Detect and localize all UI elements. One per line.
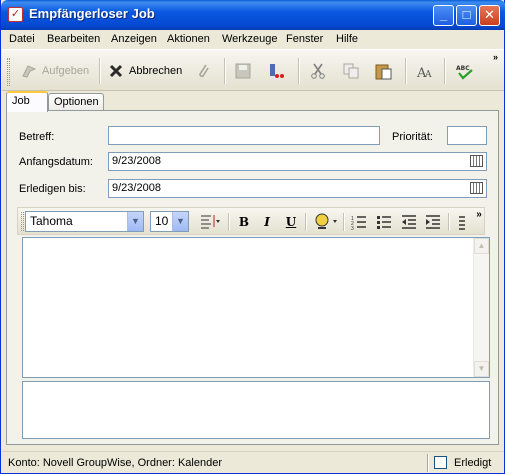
format-separator [448,213,450,231]
font-size-value: 10 [155,214,169,228]
due-date-label: Erledigen bis: [19,183,86,195]
status-account-folder: Konto: Novell GroupWise, Ordner: Kalende… [8,457,222,469]
menu-hilfe[interactable]: Hilfe [336,33,358,45]
format-overflow-icon[interactable]: » [475,207,483,223]
numbered-list-icon[interactable]: 123 [351,214,367,230]
svg-text:ABC: ABC [456,65,470,72]
calendar-icon[interactable] [470,182,483,194]
scissors-icon [311,63,325,79]
spell-check-button[interactable]: ABC [456,60,478,82]
toolbar-separator [444,58,446,84]
window-title: Empfängerloser Job [29,6,155,21]
format-separator [305,213,307,231]
status-divider [427,454,429,472]
menu-datei[interactable]: Datei [9,33,35,45]
title-bar[interactable]: ✓ Empfängerloser Job _ □ ✕ [1,0,505,30]
toolbar-separator [99,58,101,84]
scroll-up-icon[interactable]: ▲ [474,238,489,254]
menu-bearbeiten[interactable]: Bearbeiten [47,33,100,45]
address-book-button[interactable] [267,60,289,82]
attachment-area[interactable] [22,381,490,439]
menu-fenster[interactable]: Fenster [286,33,323,45]
calendar-icon[interactable] [470,155,483,167]
chevron-down-icon[interactable]: ▼ [127,212,143,231]
due-date-value: 9/23/2008 [112,182,161,194]
format-separator [228,213,230,231]
paperclip-icon [199,64,209,78]
toolbar-separator [224,58,226,84]
format-separator [343,213,345,231]
copy-button[interactable] [342,60,364,82]
clipboard-icon [375,64,392,80]
justify-icon[interactable] [457,214,467,230]
subject-field[interactable] [108,126,380,145]
cut-button[interactable] [309,60,331,82]
toolbar-grip[interactable] [7,58,10,86]
toolbar-overflow-icon[interactable]: » [493,52,498,62]
font-aa-icon: A A [416,66,432,80]
editor-scrollbar[interactable]: ▲ ▼ [473,238,489,377]
main-toolbar: Aufgeben Abbrechen A A ABC » [2,49,504,91]
send-label: Aufgeben [42,65,90,77]
address-selection-icon [270,64,284,78]
floppy-disk-icon [235,63,251,79]
maximize-button[interactable]: □ [456,5,477,26]
priority-label: Priorität: [392,131,433,143]
format-toolbar-grip[interactable] [21,212,24,231]
spell-check-icon: ABC [456,65,473,80]
close-button[interactable]: ✕ [479,5,500,26]
send-button[interactable]: Aufgeben [20,60,89,82]
chevron-down-icon[interactable]: ▼ [172,212,188,231]
line-spacing-icon[interactable] [198,213,222,229]
due-date-field[interactable]: 9/23/2008 [108,179,487,198]
scroll-down-icon[interactable]: ▼ [474,361,489,377]
svg-text:A: A [424,70,432,80]
bullet-list-icon[interactable] [376,214,392,230]
text-color-icon[interactable] [313,212,339,232]
priority-field[interactable] [447,126,487,145]
underline-button[interactable]: U [284,214,298,230]
done-label: Erledigt [454,457,492,469]
format-toolbar: Tahoma ▼ 10 ▼ B I U 123 » [17,207,485,235]
menu-anzeigen[interactable]: Anzeigen [111,33,157,45]
font-button[interactable]: A A [416,60,438,82]
done-checkbox[interactable] [434,456,447,469]
cancel-button[interactable]: Abbrechen [107,60,182,82]
copy-icon [343,63,359,79]
font-select-value: Tahoma [30,214,73,228]
message-editor[interactable]: ▲ ▼ [22,237,490,378]
decrease-indent-icon[interactable] [401,214,417,230]
cancel-label: Abbrechen [129,65,183,77]
status-bar: Konto: Novell GroupWise, Ordner: Kalende… [2,451,504,473]
tab-optionen[interactable]: Optionen [48,93,104,111]
start-date-field[interactable]: 9/23/2008 [108,152,487,171]
attach-button[interactable] [194,60,216,82]
tab-strip: Job Optionen [2,91,504,112]
send-icon [22,65,37,78]
bold-button[interactable]: B [237,214,251,230]
menu-aktionen[interactable]: Aktionen [167,33,210,45]
menu-bar: Datei Bearbeiten Anzeigen Aktionen Werkz… [2,30,504,49]
menu-werkzeuge[interactable]: Werkzeuge [222,33,277,45]
start-date-label: Anfangsdatum: [19,156,93,168]
italic-button[interactable]: I [260,214,274,230]
toolbar-separator [298,58,300,84]
minimize-button[interactable]: _ [433,5,454,26]
subject-label: Betreff: [19,131,55,143]
start-date-value: 9/23/2008 [112,155,161,167]
font-size-select[interactable]: 10 ▼ [150,211,189,232]
tab-job[interactable]: Job [6,91,48,112]
toolbar-separator [405,58,407,84]
job-tab-panel: Betreff: Priorität: Anfangsdatum: 9/23/2… [6,110,499,445]
task-app-icon: ✓ [8,7,23,22]
font-select[interactable]: Tahoma ▼ [25,211,144,232]
svg-text:3: 3 [351,226,354,230]
paste-button[interactable] [374,60,396,82]
job-window: ✓ Empfängerloser Job _ □ ✕ Datei Bearbei… [0,0,505,474]
save-button[interactable] [234,60,256,82]
cancel-x-icon [109,64,123,78]
increase-indent-icon[interactable] [425,214,441,230]
